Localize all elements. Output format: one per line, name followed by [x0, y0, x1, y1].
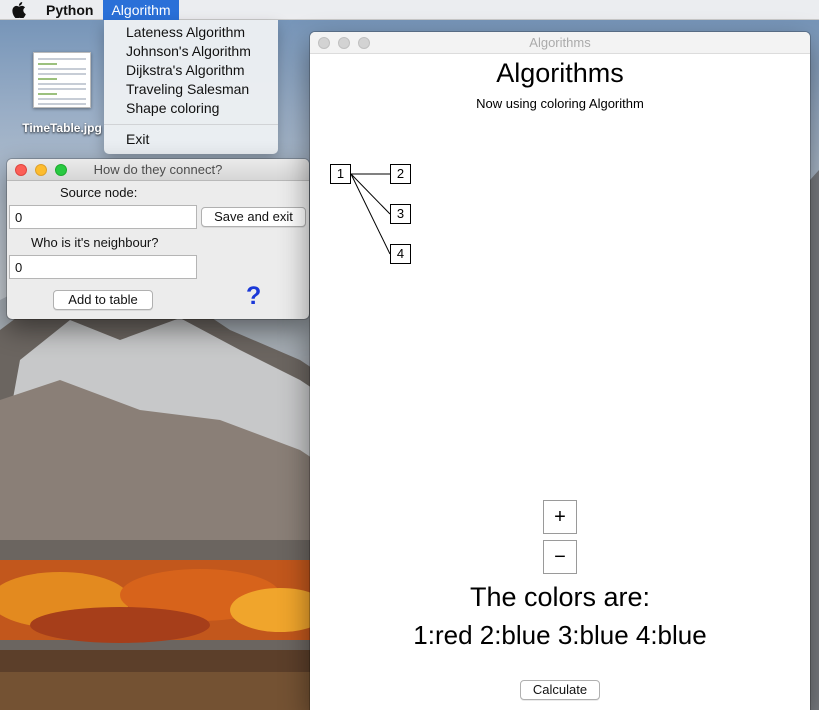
- desktop-file-timetable[interactable]: TimeTable.jpg: [14, 52, 110, 135]
- menu-algorithm[interactable]: Algorithm: [103, 0, 179, 20]
- file-name-label: TimeTable.jpg: [22, 121, 102, 135]
- zoom-in-button[interactable]: +: [543, 500, 577, 534]
- menu-item-exit[interactable]: Exit: [104, 130, 278, 149]
- apple-logo-icon: [12, 1, 26, 18]
- minimize-button[interactable]: [35, 164, 47, 176]
- source-node-input[interactable]: [9, 205, 197, 229]
- algorithm-menu-dropdown: Lateness Algorithm Johnson's Algorithm D…: [104, 20, 278, 154]
- zoom-button[interactable]: [55, 164, 67, 176]
- colors-heading: The colors are:: [469, 582, 651, 612]
- graph-node[interactable]: 1: [330, 164, 351, 184]
- help-question-icon[interactable]: ?: [246, 282, 261, 311]
- graph-edge: [350, 173, 391, 255]
- save-and-exit-button[interactable]: Save and exit: [201, 207, 306, 227]
- source-node-label: Source node:: [60, 185, 138, 200]
- menu-separator: [104, 124, 278, 125]
- algorithms-window: Algorithms Algorithms Now using coloring…: [310, 32, 810, 710]
- connect-dialog: How do they connect? Source node: Save a…: [7, 159, 309, 319]
- graph-node[interactable]: 4: [390, 244, 411, 264]
- image-file-icon: [33, 52, 91, 108]
- apple-menu[interactable]: [0, 1, 38, 18]
- neighbour-label: Who is it's neighbour?: [31, 235, 159, 250]
- neighbour-input[interactable]: [9, 255, 197, 279]
- menu-item-johnson[interactable]: Johnson's Algorithm: [104, 42, 278, 61]
- menu-item-traveling-salesman[interactable]: Traveling Salesman: [104, 80, 278, 99]
- dialog-titlebar[interactable]: How do they connect?: [7, 159, 309, 181]
- menu-item-lateness[interactable]: Lateness Algorithm: [104, 23, 278, 42]
- zoom-out-button[interactable]: −: [543, 540, 577, 574]
- menu-bar: Python Algorithm: [0, 0, 819, 20]
- graph-edge: [350, 173, 391, 215]
- menu-item-shape-coloring[interactable]: Shape coloring: [104, 99, 278, 118]
- graph-node[interactable]: 3: [390, 204, 411, 224]
- dialog-title: How do they connect?: [93, 162, 223, 177]
- menu-python[interactable]: Python: [38, 0, 103, 20]
- graph-node[interactable]: 2: [390, 164, 411, 184]
- window-controls: [15, 164, 67, 176]
- colors-result: 1:red 2:blue 3:blue 4:blue: [413, 620, 707, 650]
- graph-edges: [350, 173, 391, 255]
- close-button[interactable]: [15, 164, 27, 176]
- calculate-button[interactable]: Calculate: [520, 680, 600, 700]
- menu-item-dijkstra[interactable]: Dijkstra's Algorithm: [104, 61, 278, 80]
- add-to-table-button[interactable]: Add to table: [53, 290, 153, 310]
